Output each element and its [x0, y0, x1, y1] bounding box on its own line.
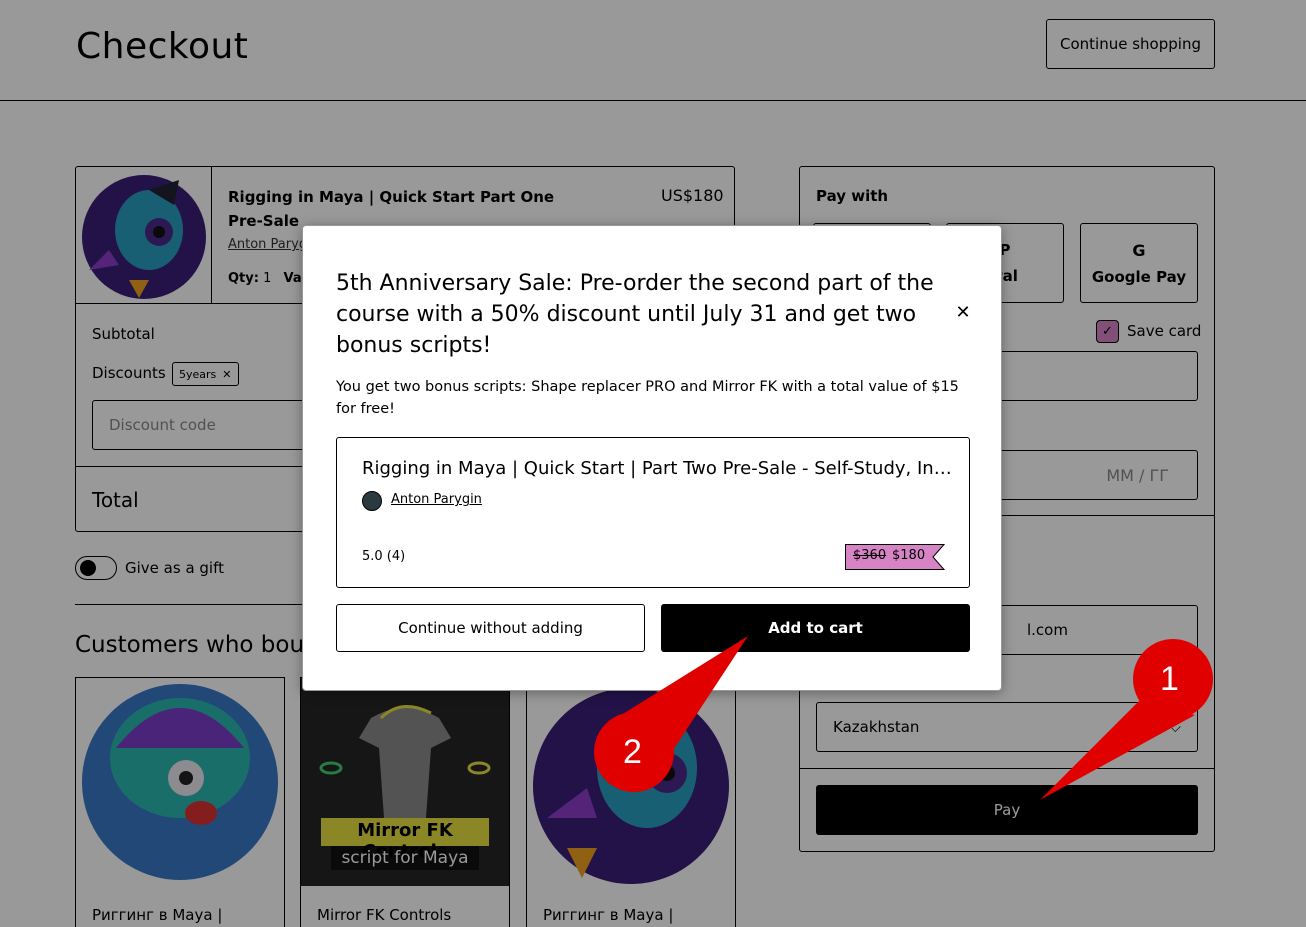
offer-rating: 5.0 (4)	[362, 549, 406, 564]
offer-author-link[interactable]: Anton Parygin	[391, 492, 482, 507]
offer-title: Rigging in Maya | Quick Start | Part Two…	[362, 458, 952, 479]
modal-description: You get two bonus scripts: Shape replace…	[336, 379, 959, 417]
new-price: $180	[892, 548, 926, 563]
annotation-label-1: 1	[1160, 660, 1179, 698]
close-icon[interactable]: ✕	[951, 300, 975, 324]
modal-title: 5th Anniversary Sale: Pre-order the seco…	[336, 271, 934, 358]
price-tag: $360 $180	[845, 544, 945, 570]
upsell-modal: 5th Anniversary Sale: Pre-order the seco…	[302, 225, 1002, 691]
continue-without-adding-button[interactable]: Continue without adding	[336, 604, 645, 652]
add-to-cart-button[interactable]: Add to cart	[661, 604, 970, 652]
offer-card[interactable]: Rigging in Maya | Quick Start | Part Two…	[336, 437, 970, 588]
annotation-label-2: 2	[623, 733, 642, 771]
old-price: $360	[853, 548, 887, 563]
author-avatar	[362, 491, 382, 511]
